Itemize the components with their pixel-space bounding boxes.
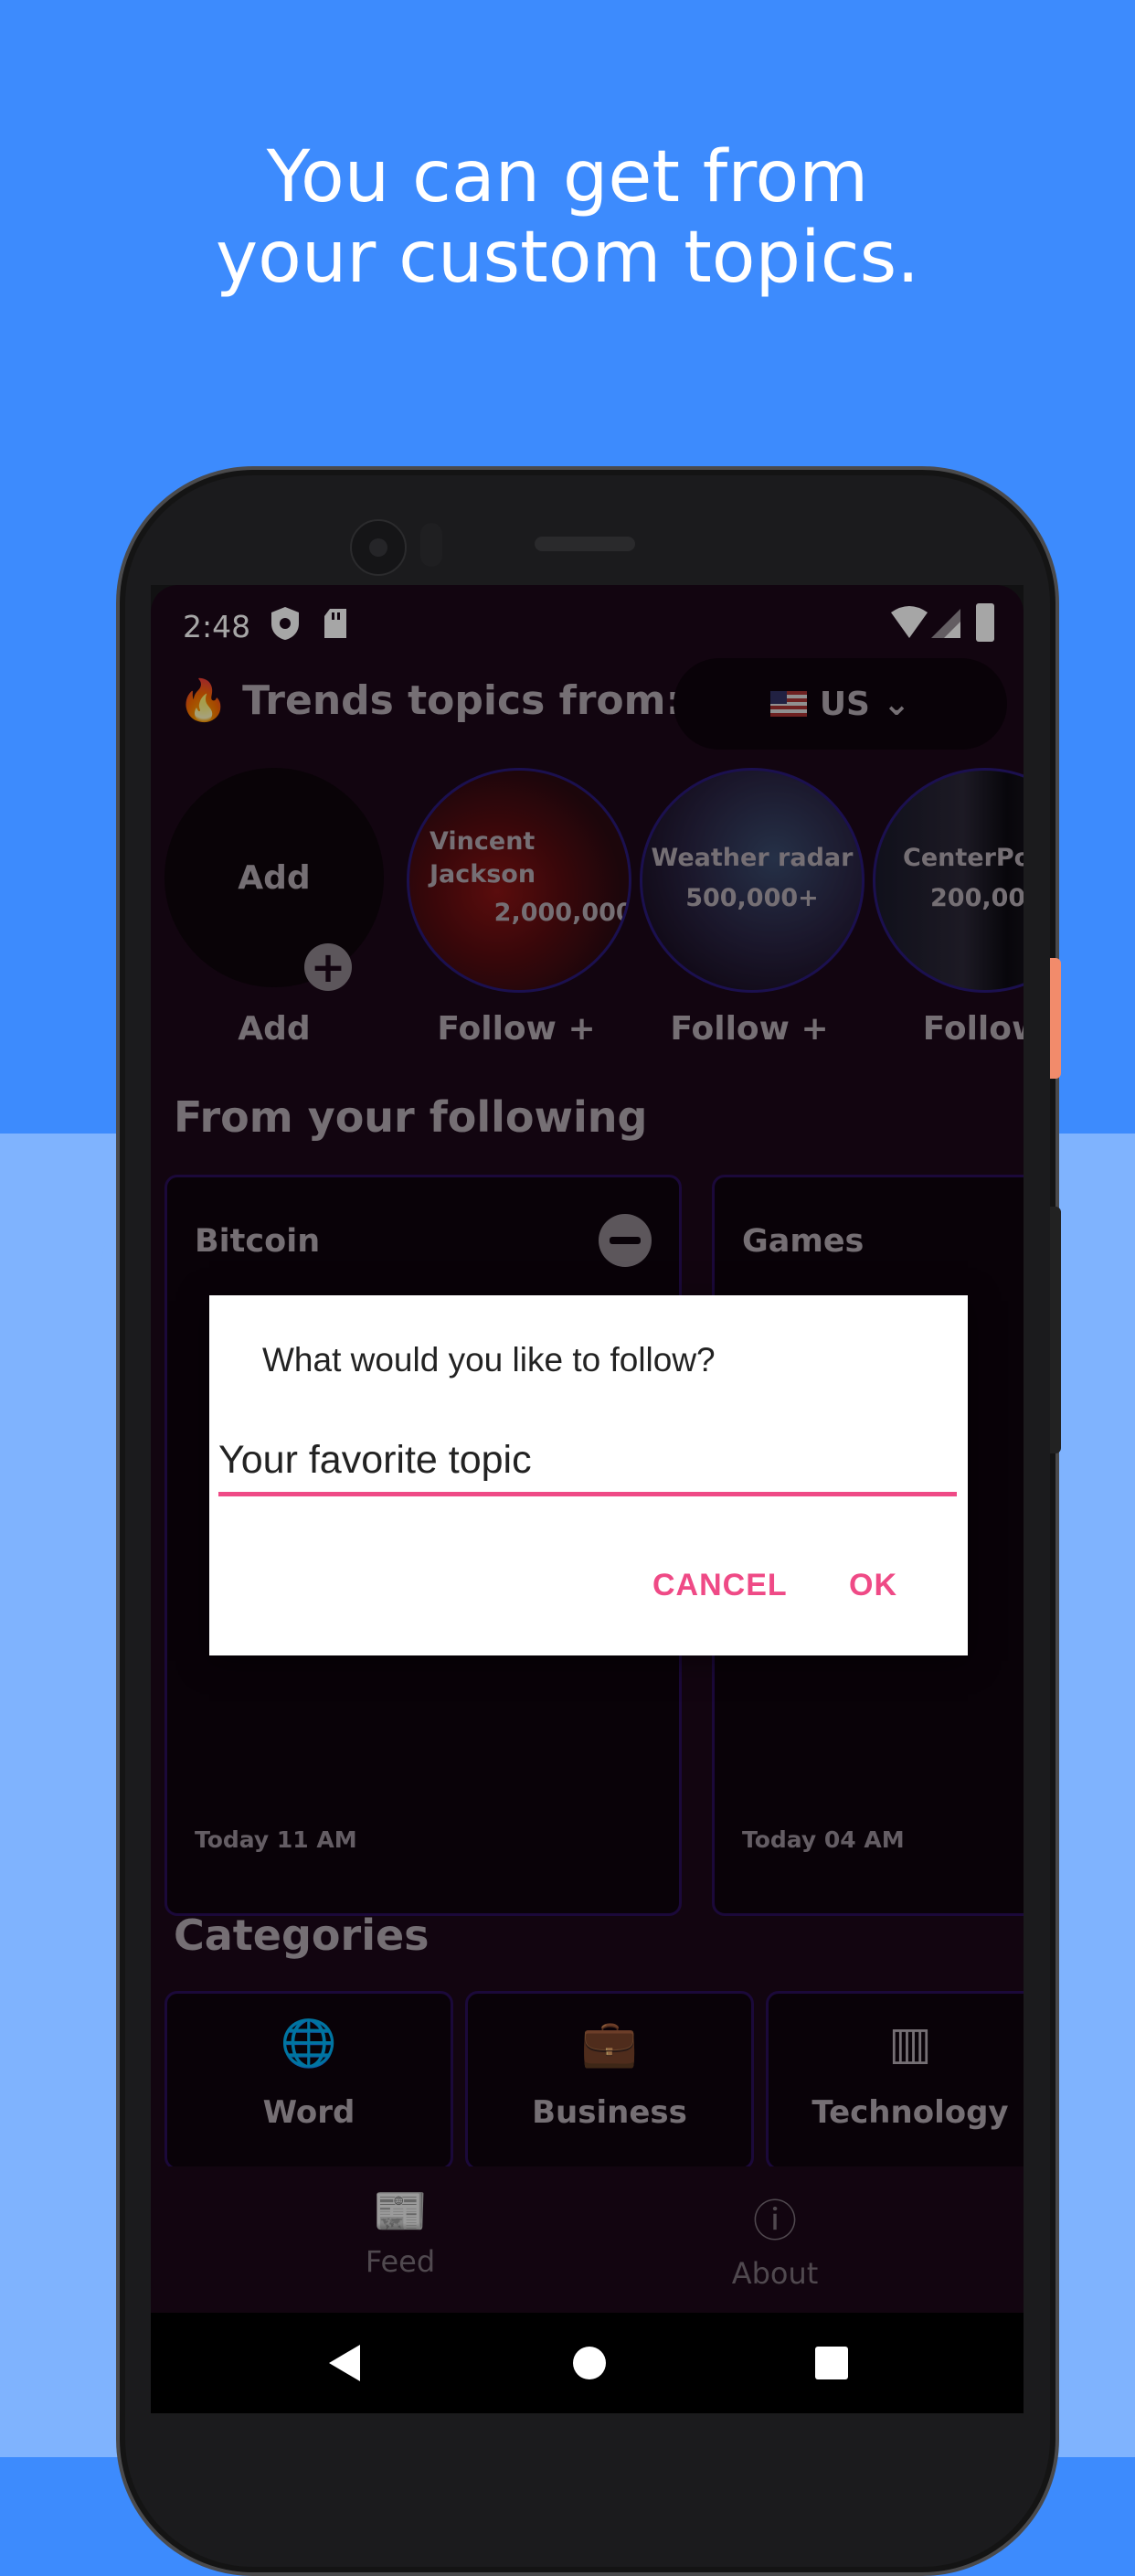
ok-button[interactable]: OK [849,1568,897,1603]
topic-input[interactable] [218,1428,957,1496]
power-button [1050,958,1061,1079]
follow-topic-dialog: What would you like to follow? CANCEL OK [209,1295,968,1655]
earpiece-speaker [535,537,635,551]
home-icon[interactable] [573,2347,606,2379]
volume-button [1050,1207,1061,1453]
back-icon[interactable] [329,2345,360,2381]
proximity-sensor [420,523,442,567]
headline-line-2: your custom topics. [215,217,920,299]
headline: You can get from your custom topics. [0,137,1135,298]
recent-apps-icon[interactable] [815,2347,848,2379]
system-navigation-bar [151,2313,1024,2413]
front-camera [350,519,407,576]
dialog-title: What would you like to follow? [262,1341,716,1378]
headline-line-1: You can get from [266,136,869,218]
cancel-button[interactable]: CANCEL [652,1568,788,1603]
